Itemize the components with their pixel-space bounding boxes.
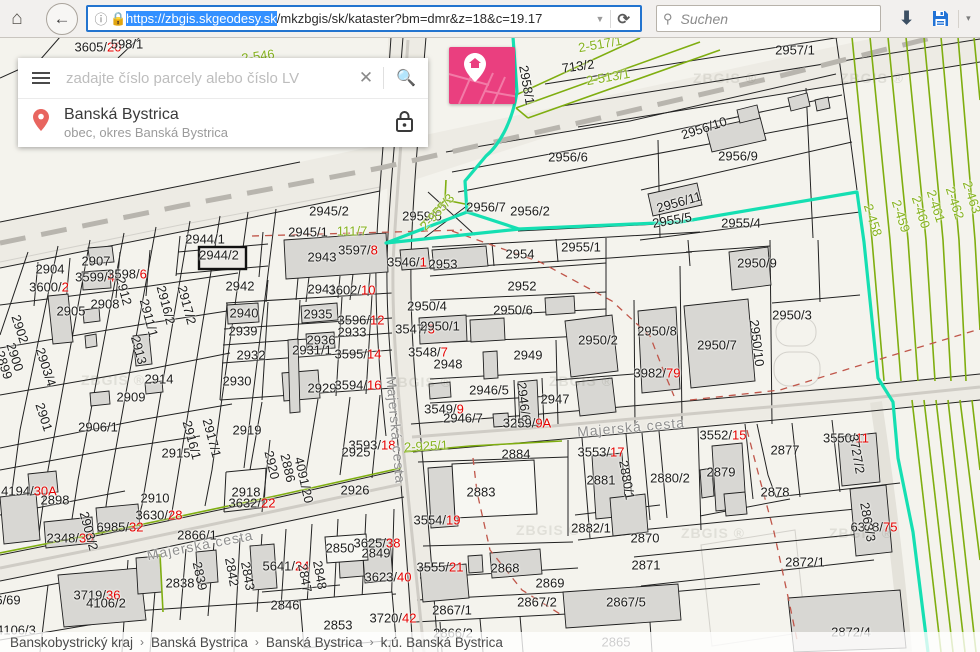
home-icon[interactable]: ⌂ xyxy=(0,4,34,34)
location-detail: obec, okres Banská Bystrica xyxy=(64,125,381,140)
back-icon[interactable]: ← xyxy=(46,3,78,35)
breadcrumb-item[interactable]: Banskobystrický kraj xyxy=(10,635,133,650)
page-info-icon[interactable]: ⓘ xyxy=(92,9,110,28)
search-icon: ⚲ xyxy=(663,11,673,27)
url-input[interactable]: https://zbgis.skgeodesy.sk/mkzbgis/sk/ka… xyxy=(126,11,590,26)
browser-toolbar: ⌂ ← ⓘ 🔒 https://zbgis.skgeodesy.sk/mkzbg… xyxy=(0,0,980,38)
url-bar[interactable]: ⓘ 🔒 https://zbgis.skgeodesy.sk/mkzbgis/s… xyxy=(86,5,642,32)
breadcrumb-separator: › xyxy=(140,635,144,649)
location-pin-icon xyxy=(18,109,64,137)
breadcrumb-item[interactable]: k.ú. Banská Bystrica xyxy=(381,635,503,650)
location-name: Banská Bystrica xyxy=(64,106,381,124)
breadcrumb-separator: › xyxy=(370,635,374,649)
save-icon[interactable] xyxy=(930,10,950,28)
url-dropdown-icon[interactable]: ▼ xyxy=(590,14,611,24)
save-menu-caret[interactable]: ▾ xyxy=(958,10,971,28)
floppy-icon xyxy=(931,9,950,28)
parcel-search-input[interactable] xyxy=(64,69,349,88)
menu-icon[interactable] xyxy=(18,72,64,84)
reload-icon[interactable]: ⟳ xyxy=(611,10,636,28)
building-2944-2 xyxy=(199,247,246,269)
map-preview-button[interactable] xyxy=(449,47,515,104)
breadcrumb: Banskobystrický kraj › Banská Bystrica › Ban… xyxy=(0,632,980,652)
parcel-search-row: ✕ 🔍 xyxy=(18,58,428,99)
breadcrumb-item[interactable]: Banská Bystrica xyxy=(151,635,248,650)
downloads-icon[interactable]: ⬇ xyxy=(899,8,914,29)
locator-pin-icon xyxy=(464,53,486,82)
https-lock-icon[interactable]: 🔒 xyxy=(110,11,126,27)
breadcrumb-separator: › xyxy=(255,635,259,649)
location-result-item[interactable]: Banská Bystrica obec, okres Banská Bystr… xyxy=(18,99,428,147)
breadcrumb-item[interactable]: Banská Bystrica xyxy=(266,635,363,650)
lock-icon[interactable] xyxy=(381,110,428,137)
browser-search[interactable]: ⚲ xyxy=(656,5,881,32)
browser-search-input[interactable] xyxy=(679,10,853,28)
clear-search-icon[interactable]: ✕ xyxy=(349,68,383,88)
search-panel: ✕ 🔍 Banská Bystrica obec, okres Banská B… xyxy=(18,58,428,147)
search-submit-icon[interactable]: 🔍 xyxy=(384,68,428,88)
